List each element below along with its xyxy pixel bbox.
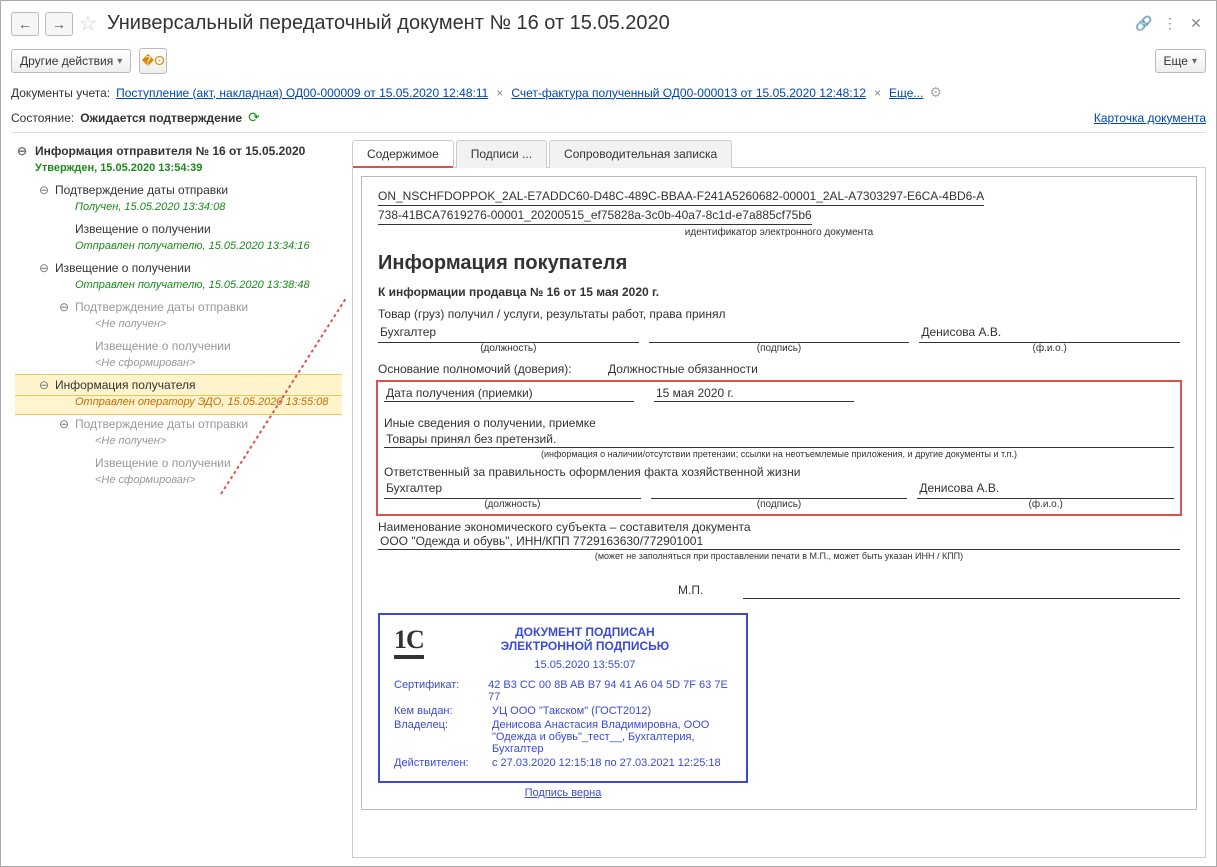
other-actions-button[interactable]: Другие действия	[11, 49, 131, 73]
tree-status: Отправлен оператору ЭДО, 15.05.2020 13:5…	[15, 395, 342, 414]
signature-stamp: 1C ДОКУМЕНТ ПОДПИСАН ЭЛЕКТРОННОЙ ПОДПИСЬ…	[378, 613, 748, 783]
remove-doc-2[interactable]: ×	[872, 86, 883, 100]
tree-status: Отправлен получателю, 15.05.2020 13:38:4…	[15, 278, 342, 297]
doc-link-1[interactable]: Поступление (акт, накладная) ОД00-000009…	[116, 86, 488, 100]
highlighted-section: Дата получения (приемки) 15 мая 2020 г. …	[378, 382, 1180, 514]
date-value: 15 мая 2020 г.	[654, 386, 854, 402]
tree-status: Отправлен получателю, 15.05.2020 13:34:1…	[15, 239, 342, 258]
tree-toggle-icon[interactable]: ⊖	[37, 183, 51, 197]
favorite-star-icon[interactable]: ☆	[79, 11, 97, 36]
state-value: Ожидается подтверждение	[80, 111, 242, 125]
file-id: ON_NSCHFDOPPOK_2AL-E7ADDC60-D48C-489C-BB…	[378, 187, 984, 206]
position-value: Бухгалтер	[378, 325, 639, 343]
structure-button[interactable]: �ⵙ	[139, 48, 167, 74]
kebab-menu-icon[interactable]: ⋮	[1160, 14, 1180, 34]
tree-status: <Не сформирован>	[15, 356, 342, 375]
tree-node[interactable]: Извещение о получении	[15, 453, 342, 473]
tree-root-status: Утвержден, 15.05.2020 13:54:39	[15, 161, 342, 180]
tree-node[interactable]: ⊖Подтверждение даты отправки	[15, 414, 342, 434]
remove-doc-1[interactable]: ×	[494, 86, 505, 100]
tree-status: <Не получен>	[15, 434, 342, 453]
tab-signatures[interactable]: Подписи ...	[456, 140, 547, 168]
doc-heading: Информация покупателя	[378, 252, 1180, 275]
tree-toggle-icon[interactable]: ⊖	[57, 300, 71, 314]
tree-toggle-icon[interactable]: ⊖	[37, 261, 51, 275]
gear-icon[interactable]: ⚙	[929, 84, 942, 101]
refresh-icon[interactable]: ⟳	[248, 109, 260, 126]
other-value: Товары принял без претензий.	[384, 432, 1174, 448]
other-label: Иные сведения о получении, приемке	[384, 416, 1174, 430]
other-caption: (информация о наличии/отсутствии претенз…	[384, 448, 1174, 465]
subject-caption: (может не заполняться при проставлении п…	[378, 550, 1180, 567]
status-tree: ⊖ Информация отправителя № 16 от 15.05.2…	[11, 139, 346, 858]
tree-status: <Не сформирован>	[15, 473, 342, 492]
mp-signature-line	[743, 581, 1180, 599]
tree-root[interactable]: ⊖ Информация отправителя № 16 от 15.05.2…	[15, 141, 342, 161]
card-link[interactable]: Карточка документа	[1094, 111, 1206, 125]
file-id: 738-41BCA7619276-00001_20200515_ef75828a…	[378, 206, 812, 225]
tree-node[interactable]: Извещение о получении	[15, 219, 342, 239]
logo-1c-icon: 1C	[394, 625, 424, 659]
link-icon[interactable]: 🔗	[1134, 14, 1154, 34]
subject-label: Наименование экономического субъекта – с…	[378, 520, 1180, 534]
tree-status: <Не получен>	[15, 317, 342, 336]
auth-value: Должностные обязанности	[608, 362, 758, 376]
resp-label: Ответственный за правильность оформления…	[384, 465, 1174, 479]
resp-signature	[651, 481, 908, 499]
state-label: Состояние:	[11, 111, 74, 125]
subject-value: ООО "Одежда и обувь", ИНН/КПП 7729163630…	[378, 534, 1180, 550]
signature-verified[interactable]: Подпись верна	[378, 787, 748, 799]
stamp-date: 15.05.2020 13:55:07	[438, 659, 732, 671]
tree-node[interactable]: Извещение о получении	[15, 336, 342, 356]
mp-label: М.П.	[678, 583, 703, 597]
tree-toggle-icon[interactable]: ⊖	[15, 144, 29, 158]
back-button[interactable]: ←	[11, 12, 39, 36]
tab-note[interactable]: Сопроводительная записка	[549, 140, 732, 168]
fio-value: Денисова А.В.	[919, 325, 1180, 343]
docs-more-link[interactable]: Еще...	[889, 86, 923, 100]
resp-position: Бухгалтер	[384, 481, 641, 499]
date-label: Дата получения (приемки)	[384, 386, 634, 402]
auth-label: Основание полномочий (доверия):	[378, 362, 588, 376]
content-tabs: Содержимое Подписи ... Сопроводительная …	[352, 139, 1206, 168]
doc-link-2[interactable]: Счет-фактура полученный ОД00-000013 от 1…	[511, 86, 866, 100]
tree-node[interactable]: ⊖Извещение о получении	[15, 258, 342, 278]
signature-field	[649, 325, 910, 343]
resp-fio: Денисова А.В.	[917, 481, 1174, 499]
signature-caption: (подпись)	[649, 343, 910, 354]
tab-content[interactable]: Содержимое	[352, 140, 454, 168]
tree-node-selected[interactable]: ⊖Информация получателя	[15, 375, 342, 395]
doc-subheading: К информации продавца № 16 от 15 мая 202…	[378, 285, 1180, 299]
docs-label: Документы учета:	[11, 86, 110, 100]
tree-toggle-icon[interactable]: ⊖	[37, 378, 51, 392]
position-caption: (должность)	[378, 343, 639, 354]
tree-toggle-icon[interactable]: ⊖	[57, 417, 71, 431]
forward-button[interactable]: →	[45, 12, 73, 36]
tree-status: Получен, 15.05.2020 13:34:08	[15, 200, 342, 219]
tree-node[interactable]: ⊖Подтверждение даты отправки	[15, 297, 342, 317]
page-title: Универсальный передаточный документ № 16…	[107, 12, 670, 35]
document-panel: ON_NSCHFDOPPOK_2AL-E7ADDC60-D48C-489C-BB…	[352, 168, 1206, 858]
more-button[interactable]: Еще	[1155, 49, 1206, 73]
received-label: Товар (груз) получил / услуги, результат…	[378, 305, 1180, 323]
close-icon[interactable]: ✕	[1186, 14, 1206, 34]
tree-node[interactable]: ⊖Подтверждение даты отправки	[15, 180, 342, 200]
fio-caption: (ф.и.о.)	[919, 343, 1180, 354]
file-id-caption: идентификатор электронного документа	[378, 225, 1180, 248]
